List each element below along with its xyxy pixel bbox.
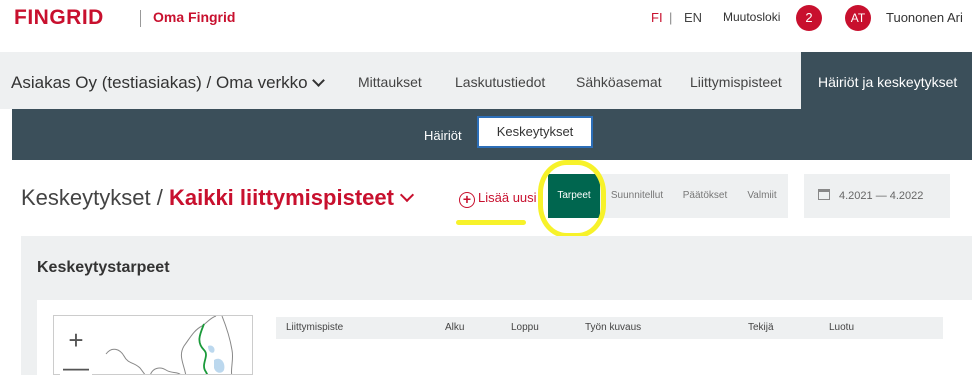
user-name[interactable]: Tuononen Ari	[886, 10, 963, 25]
language-divider: |	[669, 10, 673, 25]
add-new-label: Lisää uusi	[478, 190, 537, 205]
tab-paatokset[interactable]: Päätökset	[674, 174, 736, 218]
column-header-alku[interactable]: Alku	[445, 322, 464, 333]
column-header-tyon-kuvaus[interactable]: Työn kuvaus	[585, 322, 641, 333]
date-range-picker[interactable]: 4.2021 — 4.2022	[804, 174, 950, 218]
user-avatar[interactable]: AT	[845, 5, 871, 31]
fingrid-logo[interactable]: FINGRID	[14, 6, 104, 30]
plus-circle-icon: +	[459, 192, 475, 208]
chevron-down-icon	[311, 74, 325, 87]
changelog-count-badge[interactable]: 2	[796, 5, 822, 31]
subnav-tab-hairiot[interactable]: Häiriöt	[424, 128, 462, 143]
chevron-down-icon	[399, 187, 415, 203]
zoom-out-button[interactable]: —	[60, 358, 92, 375]
page-title[interactable]: Keskeytykset / Kaikki liittymispisteet	[21, 185, 415, 211]
app-subtitle[interactable]: Oma Fingrid	[153, 9, 235, 25]
subnav-tab-keskeytykset[interactable]: Keskeytykset	[477, 116, 593, 148]
date-range-value: 4.2021 — 4.2022	[839, 190, 924, 202]
nav-item-liittymispisteet[interactable]: Liittymispisteet	[690, 74, 782, 90]
column-header-loppu[interactable]: Loppu	[511, 322, 539, 333]
page-title-prefix: Keskeytykset /	[21, 185, 163, 210]
logo-divider	[140, 10, 141, 27]
language-en-link[interactable]: EN	[684, 10, 702, 25]
customer-network-label: Asiakas Oy (testiasiakas) / Oma verkko	[11, 73, 308, 92]
nav-item-mittaukset[interactable]: Mittaukset	[358, 74, 422, 90]
nav-item-laskutustiedot[interactable]: Laskutustiedot	[455, 74, 545, 90]
add-new-button[interactable]: + Lisää uusi	[459, 190, 537, 208]
language-fi-link[interactable]: FI	[651, 10, 663, 25]
column-header-tekija[interactable]: Tekijä	[748, 322, 774, 333]
calendar-icon	[818, 189, 830, 200]
tab-valmiit[interactable]: Valmiit	[736, 174, 788, 218]
nav-item-sahkoasemat[interactable]: Sähköasemat	[576, 74, 662, 90]
highlight-underline-annotation	[456, 220, 526, 225]
connection-point-selector[interactable]: Kaikki liittymispisteet	[169, 185, 394, 210]
top-bar	[0, 0, 972, 52]
section-title: Keskeytystarpeet	[37, 259, 170, 276]
zoom-in-button[interactable]: +	[60, 327, 92, 355]
column-header-luotu[interactable]: Luotu	[829, 322, 854, 333]
highlight-circle-annotation	[538, 160, 606, 238]
customer-network-selector[interactable]: Asiakas Oy (testiasiakas) / Oma verkko	[11, 73, 325, 93]
changelog-link[interactable]: Muutosloki	[723, 10, 780, 24]
tab-suunnitellut[interactable]: Suunnitellut	[600, 174, 674, 218]
nav-item-hairiot-ja-keskeytykset[interactable]: Häiriöt ja keskeytykset	[801, 52, 972, 109]
column-header-liittymispiste[interactable]: Liittymispiste	[286, 322, 343, 333]
